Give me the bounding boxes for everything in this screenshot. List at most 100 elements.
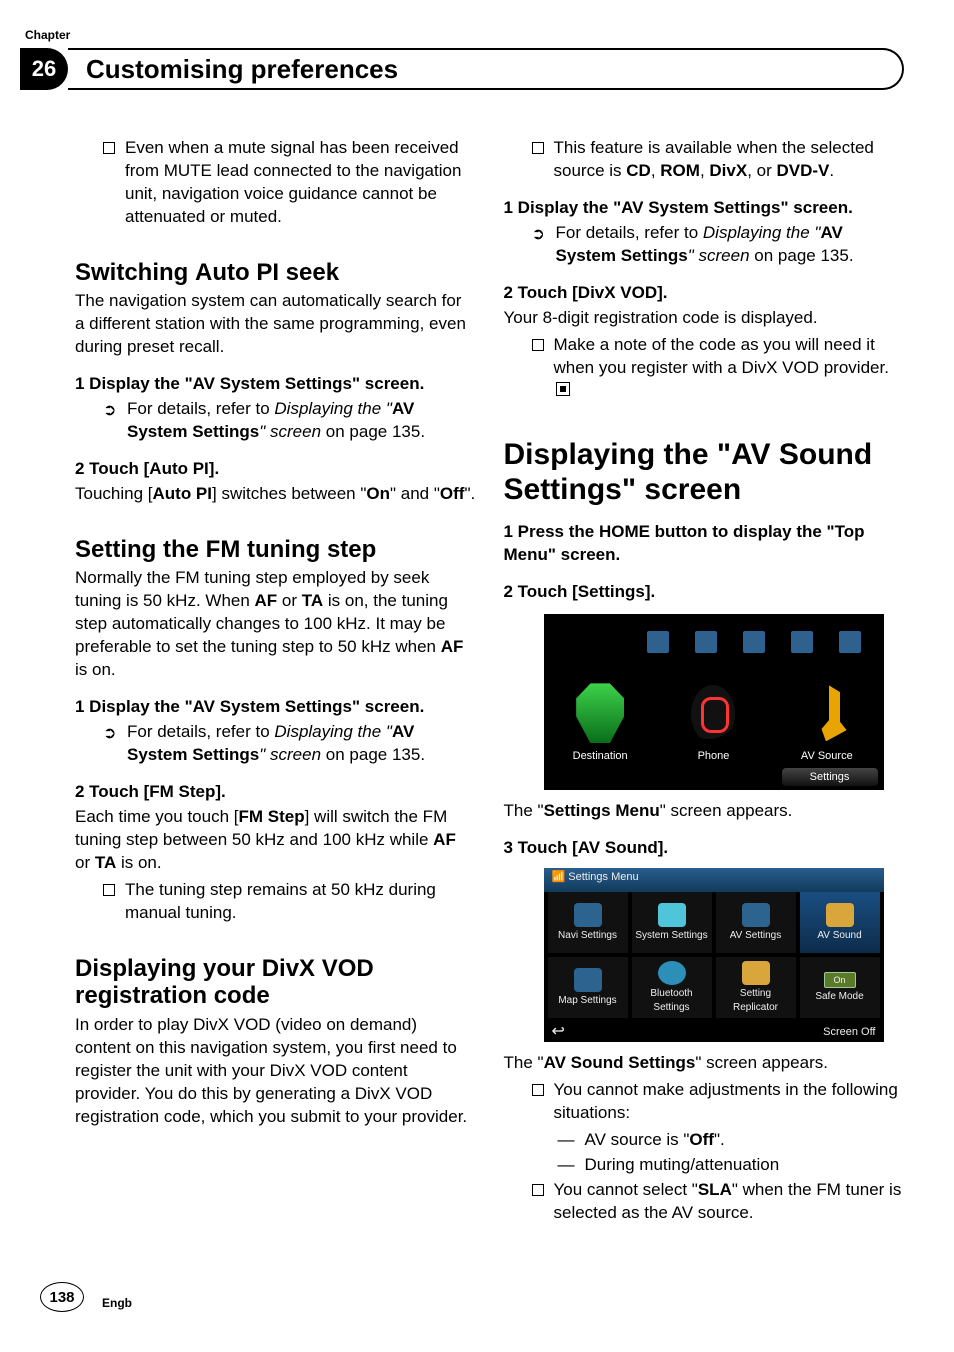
bullet-icon (103, 884, 115, 896)
av-source-label: AV Source (777, 749, 877, 764)
main-menu: Destination Phone AV Source (544, 658, 884, 764)
divx-step-2-body: Your 8-digit registration code is displa… (504, 307, 905, 330)
settings-bottom-bar: ↩ Screen Off (544, 1022, 884, 1042)
dash-row-2: — During muting/attenuation (558, 1154, 905, 1177)
switch-step-2-body: Touching [Auto PI] switches between "On"… (75, 483, 476, 506)
h-switch-em: Auto PI (195, 259, 279, 286)
status-icon (695, 631, 717, 653)
details-text: For details, refer to Displaying the "AV… (556, 222, 905, 268)
replicator-icon (742, 961, 770, 985)
menu-phone[interactable]: Phone (663, 685, 763, 764)
screenshot-settings-menu: 📶 Settings Menu Navi Settings System Set… (544, 868, 884, 1042)
dash-2-text: During muting/attenuation (585, 1154, 780, 1177)
h-switch-post: seek (279, 259, 339, 286)
divx-body: In order to play DivX VOD (video on dema… (75, 1014, 476, 1129)
after-ui2: The "AV Sound Settings" screen appears. (504, 1052, 905, 1075)
menu-destination[interactable]: Destination (550, 683, 650, 764)
status-icon (743, 631, 765, 653)
divx-note-bullet: Make a note of the code as you will need… (532, 334, 905, 403)
left-column: Even when a mute signal has been receive… (75, 135, 476, 1262)
arrow-icon: ➲ (103, 723, 117, 767)
chapter-label: Chapter (25, 28, 70, 42)
intro-bullet: Even when a mute signal has been receive… (103, 137, 476, 229)
details-text: For details, refer to Displaying the "AV… (127, 721, 476, 767)
details-ref-1: ➲ For details, refer to Displaying the "… (103, 398, 476, 444)
status-icon (647, 631, 669, 653)
sla-bullet: You cannot select "SLA" when the FM tune… (532, 1179, 905, 1225)
h-switch-pre: Switching (75, 259, 195, 286)
sound-step-3: 3 Touch [AV Sound]. (504, 837, 905, 860)
screen-off-button[interactable]: Screen Off (823, 1025, 875, 1040)
navi-icon (574, 903, 602, 927)
switch-step-2: 2 Touch [Auto PI]. (75, 458, 476, 481)
right-column: This feature is available when the selec… (504, 135, 905, 1262)
destination-label: Destination (550, 749, 650, 764)
settings-menu-title: 📶 Settings Menu (544, 868, 884, 892)
av-icon (742, 903, 770, 927)
cell-av-sound[interactable]: AV Sound (800, 892, 880, 953)
fm-step-2: 2 Touch [FM Step]. (75, 781, 476, 804)
cell-setting-replicator[interactable]: Setting Replicator (716, 957, 796, 1018)
destination-icon (576, 683, 624, 743)
screenshot-top-menu: Destination Phone AV Source Settings (544, 614, 884, 790)
bluetooth-icon (658, 961, 686, 985)
details-ref-2: ➲ For details, refer to Displaying the "… (103, 721, 476, 767)
cell-navi-settings[interactable]: Navi Settings (548, 892, 628, 953)
on-toggle[interactable]: On (824, 972, 856, 988)
heading-switching-auto-pi: Switching Auto PI seek (75, 259, 476, 287)
bullet-icon (103, 142, 115, 154)
map-icon (574, 968, 602, 992)
status-icon (839, 631, 861, 653)
top-icons-row (634, 622, 874, 662)
speaker-icon (826, 903, 854, 927)
divx-step-1: 1 Display the "AV System Settings" scree… (504, 197, 905, 220)
restrictions-text: You cannot make adjustments in the follo… (554, 1079, 905, 1125)
bullet-icon (532, 142, 544, 154)
fm-intro: Normally the FM tuning step employed by … (75, 567, 476, 682)
dash-1-text: AV source is "Off". (585, 1129, 725, 1152)
switch-step-1: 1 Display the "AV System Settings" scree… (75, 373, 476, 396)
cell-map-settings[interactable]: Map Settings (548, 957, 628, 1018)
cell-system-settings[interactable]: System Settings (632, 892, 712, 953)
menu-av-source[interactable]: AV Source (777, 685, 877, 764)
arrow-icon: ➲ (532, 224, 546, 268)
cell-av-settings[interactable]: AV Settings (716, 892, 796, 953)
page: Chapter 26 Customising preferences Even … (0, 0, 954, 1352)
fm-step-1: 1 Display the "AV System Settings" scree… (75, 696, 476, 719)
sound-step-2: 2 Touch [Settings]. (504, 581, 905, 604)
details-ref-3: ➲ For details, refer to Displaying the "… (532, 222, 905, 268)
fm-note-bullet: The tuning step remains at 50 kHz during… (103, 879, 476, 925)
sla-text: You cannot select "SLA" when the FM tune… (554, 1179, 905, 1225)
dash-row-1: — AV source is "Off". (558, 1129, 905, 1152)
source-bullet-text: This feature is available when the selec… (554, 137, 905, 183)
music-note-icon (805, 685, 849, 741)
cell-safe-mode[interactable]: OnSafe Mode (800, 957, 880, 1018)
bullet-icon (532, 339, 544, 351)
fm-step-2-body: Each time you touch [FM Step] will switc… (75, 806, 476, 875)
source-bullet: This feature is available when the selec… (532, 137, 905, 183)
end-mark-icon (556, 382, 570, 396)
heading-fm-step: Setting the FM tuning step (75, 536, 476, 564)
settings-grid: Navi Settings System Settings AV Setting… (548, 892, 880, 1018)
chapter-number-badge: 26 (20, 48, 68, 90)
sound-step-1: 1 Press the HOME button to display the "… (504, 521, 905, 567)
bullet-icon (532, 1184, 544, 1196)
heading-divx-vod: Displaying your DivX VOD registration co… (75, 955, 476, 1010)
dash-icon: — (558, 1129, 575, 1152)
arrow-icon: ➲ (103, 400, 117, 444)
phone-label: Phone (663, 749, 763, 764)
cell-bluetooth-settings[interactable]: Bluetooth Settings (632, 957, 712, 1018)
fm-note-text: The tuning step remains at 50 kHz during… (125, 879, 476, 925)
after-ui1: The "Settings Menu" screen appears. (504, 800, 905, 823)
settings-button[interactable]: Settings (782, 768, 878, 786)
divx-step-2: 2 Touch [DivX VOD]. (504, 282, 905, 305)
intro-bullet-text: Even when a mute signal has been receive… (125, 137, 476, 229)
dash-icon: — (558, 1154, 575, 1177)
status-icon (791, 631, 813, 653)
details-text: For details, refer to Displaying the "AV… (127, 398, 476, 444)
back-button[interactable]: ↩ (552, 1021, 565, 1043)
heading-av-sound-settings: Displaying the "AV Sound Settings" scree… (504, 438, 905, 507)
bullet-icon (532, 1084, 544, 1096)
footer-lang: Engb (102, 1296, 132, 1310)
divx-note-text: Make a note of the code as you will need… (554, 334, 905, 403)
